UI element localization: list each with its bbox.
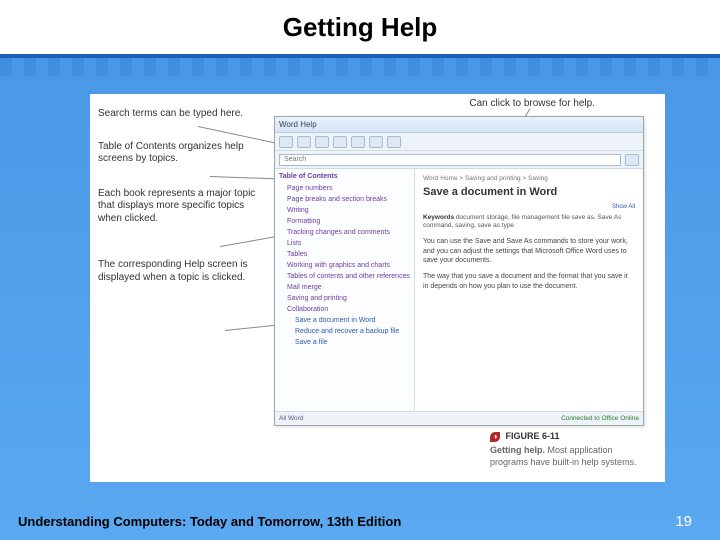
stop-button[interactable] xyxy=(315,136,329,148)
help-article-panel: Word Home > Saving and printing > Saving… xyxy=(415,169,643,411)
figure-area: Can click to browse for help. Search ter… xyxy=(90,94,665,482)
toc-subitem[interactable]: Reduce and recover a backup file xyxy=(279,326,410,337)
toc-subitem[interactable]: Save a document in Word xyxy=(279,315,410,326)
breadcrumb: Word Home > Saving and printing > Saving xyxy=(423,175,635,182)
home-button[interactable] xyxy=(351,136,365,148)
callout-1: Search terms can be typed here. xyxy=(98,108,268,121)
figure-caption: ◑ FIGURE 6-11 Getting help. Most applica… xyxy=(490,430,640,468)
print-button[interactable] xyxy=(369,136,383,148)
keywords-row: Keywords document storage, file manageme… xyxy=(423,214,635,231)
toc-item[interactable]: Working with graphics and charts xyxy=(279,260,410,271)
toc-item[interactable]: Tables of contents and other references xyxy=(279,271,410,282)
app-body: Table of Contents Page numbers Page brea… xyxy=(275,169,643,411)
footer-text: Understanding Computers: Today and Tomor… xyxy=(18,514,401,529)
window-title-text: Word Help xyxy=(279,120,317,129)
page-number: 19 xyxy=(675,513,692,530)
forward-button[interactable] xyxy=(297,136,311,148)
callout-top: Can click to browse for help. xyxy=(469,98,595,109)
callouts-left: Search terms can be typed here. Table of… xyxy=(98,108,268,304)
toc-item[interactable]: Page numbers xyxy=(279,183,410,194)
figure-icon: ◑ xyxy=(490,432,500,442)
toc-item[interactable]: Writing xyxy=(279,205,410,216)
slide-footer: Understanding Computers: Today and Tomor… xyxy=(0,502,720,540)
decorative-strip xyxy=(0,58,720,76)
toc-item[interactable]: Mail merge xyxy=(279,282,410,293)
status-right: Connected to Office Online xyxy=(561,415,639,422)
toc-header: Table of Contents xyxy=(279,173,410,180)
callout-2: Table of Contents organizes help screens… xyxy=(98,141,268,166)
window-titlebar: Word Help xyxy=(275,117,643,133)
search-row: Search xyxy=(275,151,643,169)
status-left: All Word xyxy=(279,415,303,422)
toc-item[interactable]: Saving and printing xyxy=(279,293,410,304)
toc-panel: Table of Contents Page numbers Page brea… xyxy=(275,169,415,411)
figure-caption-bold: Getting help. xyxy=(490,445,545,455)
callout-3: Each book represents a major topic that … xyxy=(98,188,268,226)
slide-title: Getting Help xyxy=(283,12,438,43)
toc-item[interactable]: Page breaks and section breaks xyxy=(279,194,410,205)
refresh-button[interactable] xyxy=(333,136,347,148)
toc-subitem[interactable]: Save a file xyxy=(279,337,410,348)
slide-header: Getting Help xyxy=(0,0,720,58)
status-bar: All Word Connected to Office Online xyxy=(275,411,643,425)
font-button[interactable] xyxy=(387,136,401,148)
toc-item[interactable]: Collaboration xyxy=(279,304,410,315)
toc-item[interactable]: Formatting xyxy=(279,216,410,227)
figure-number: ◑ FIGURE 6-11 xyxy=(490,430,640,442)
search-button[interactable] xyxy=(625,154,639,166)
show-all-link[interactable]: Show All xyxy=(423,204,635,210)
search-input[interactable]: Search xyxy=(279,154,621,166)
article-body-2: The way that you save a document and the… xyxy=(423,272,635,292)
help-window: Word Help Search Table of Contents Page … xyxy=(274,116,644,426)
article-body-1: You can use the Save and Save As command… xyxy=(423,237,635,266)
toc-item[interactable]: Tables xyxy=(279,249,410,260)
keywords-label: Keywords xyxy=(423,214,454,221)
callout-4: The corresponding Help screen is display… xyxy=(98,259,268,284)
toc-item[interactable]: Lists xyxy=(279,238,410,249)
figure-number-text: FIGURE 6-11 xyxy=(506,431,560,441)
back-button[interactable] xyxy=(279,136,293,148)
search-placeholder: Search xyxy=(284,156,306,163)
toolbar xyxy=(275,133,643,151)
toc-item[interactable]: Tracking changes and comments xyxy=(279,227,410,238)
article-title: Save a document in Word xyxy=(423,186,635,198)
